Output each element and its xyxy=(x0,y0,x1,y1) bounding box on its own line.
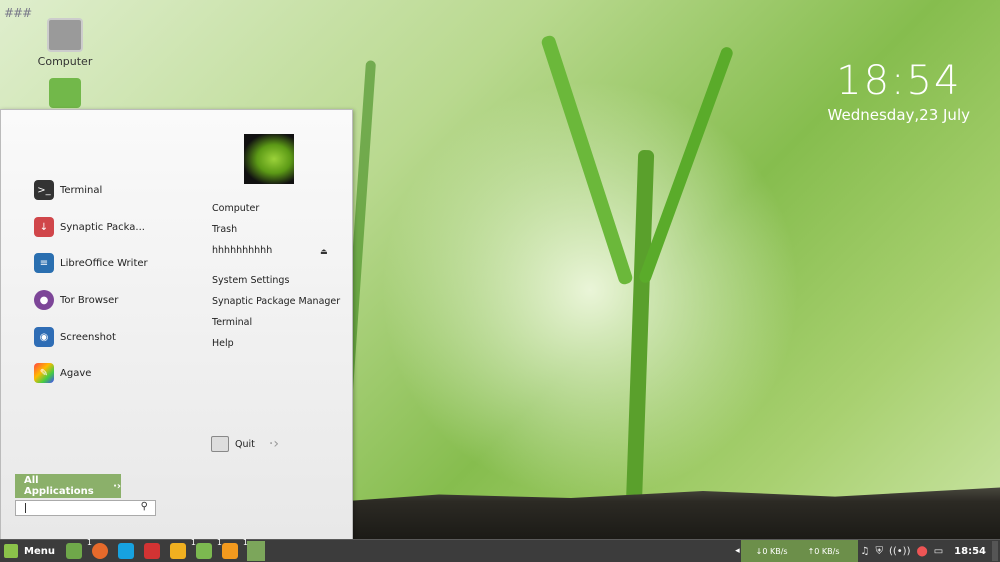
favorite-label: LibreOffice Writer xyxy=(60,257,148,269)
quit-label: Quit xyxy=(235,438,255,450)
upload-rate: ↑0 KB/s xyxy=(807,546,840,556)
color-picker-icon: ✎ xyxy=(34,363,54,383)
all-applications-button[interactable]: All Applications ·› xyxy=(15,474,121,498)
system-synaptic[interactable]: Synaptic Package Manager xyxy=(212,296,340,307)
terminal-icon: >_ xyxy=(34,180,54,200)
shield-icon[interactable]: ⛨ xyxy=(875,546,883,557)
network-speed-applet[interactable]: ◂ ↓0 KB/s ↑0 KB/s xyxy=(735,540,858,562)
battery-icon[interactable]: ▭ xyxy=(934,546,943,557)
favorite-agave[interactable]: ✎ Agave xyxy=(34,363,91,383)
search-input[interactable]: ⚲ xyxy=(15,500,156,516)
place-computer[interactable]: Computer xyxy=(212,203,259,214)
favorite-label: Tor Browser xyxy=(60,294,119,306)
favorite-label: Agave xyxy=(60,367,92,379)
favorite-tor[interactable]: ● Tor Browser xyxy=(34,290,118,310)
camera-icon: ◉ xyxy=(34,327,54,347)
package-icon: ↓ xyxy=(34,217,54,237)
desktop-grid-icon[interactable]: ### xyxy=(4,6,32,20)
computer-icon xyxy=(47,18,83,52)
files-icon[interactable]: 1 xyxy=(195,538,222,559)
firefox-icon[interactable] xyxy=(91,543,108,559)
favorite-label: Terminal xyxy=(60,184,103,196)
favorite-screenshot[interactable]: ◉ Screenshot xyxy=(34,327,116,347)
menu-button-label: Menu xyxy=(24,545,55,557)
place-trash[interactable]: Trash xyxy=(212,224,237,235)
show-desktop-button[interactable] xyxy=(992,541,998,561)
desktop-icon-label: Computer xyxy=(37,55,93,68)
favorite-synaptic[interactable]: ↓ Synaptic Packa... xyxy=(34,217,145,237)
download-rate: ↓0 KB/s xyxy=(755,546,788,556)
quit-button[interactable]: Quit ·› xyxy=(211,436,279,452)
network-icon[interactable]: ⬤ xyxy=(917,546,928,557)
menu-button[interactable]: Menu xyxy=(0,540,61,562)
favorite-writer[interactable]: ≡ LibreOffice Writer xyxy=(34,253,148,273)
favorite-label: Synaptic Packa... xyxy=(60,221,145,233)
writer-icon: ≡ xyxy=(34,253,54,273)
system-settings[interactable]: System Settings xyxy=(212,275,289,286)
arrow-right-icon: ·› xyxy=(268,436,279,452)
user-avatar[interactable] xyxy=(244,134,294,184)
skype-icon[interactable] xyxy=(117,543,134,559)
chevron-left-icon[interactable]: ◂ xyxy=(735,546,740,556)
clock-date: Wednesday,23 July xyxy=(827,106,970,124)
vlc-icon[interactable]: 1 xyxy=(221,538,248,559)
all-applications-label: All Applications xyxy=(24,475,94,497)
desktop-icon-computer[interactable]: Computer xyxy=(30,18,100,68)
home-folder-icon xyxy=(49,78,81,108)
close-app-icon[interactable] xyxy=(143,543,160,559)
favorite-label: Screenshot xyxy=(60,331,116,343)
arrow-right-icon: ·› xyxy=(113,480,121,492)
clock-time: 18:54 xyxy=(836,58,962,104)
mint-logo-icon xyxy=(4,544,18,558)
folder-icon[interactable]: 1 xyxy=(65,538,92,559)
bottom-panel: Menu 1 1 1 1 ◂ ↓0 KB/s ↑0 KB/s ♫ ⛨ ((•))… xyxy=(0,538,1000,562)
active-window-indicator[interactable] xyxy=(246,541,265,561)
system-terminal[interactable]: Terminal xyxy=(212,317,252,328)
system-help[interactable]: Help xyxy=(212,338,234,349)
wireless-icon[interactable]: ((•)) xyxy=(889,546,911,557)
windows-app-icon[interactable]: 1 xyxy=(169,538,196,559)
monitor-icon xyxy=(211,436,229,452)
eject-icon[interactable]: ⏏ xyxy=(320,247,328,256)
place-drive[interactable]: hhhhhhhhhh xyxy=(212,245,272,256)
desktop-icon-home[interactable] xyxy=(30,78,100,111)
search-icon[interactable]: ⚲ xyxy=(141,501,148,512)
window-count-badge: 1 xyxy=(86,538,92,547)
wallpaper-glow xyxy=(380,80,800,500)
desktop-clock: 18:54 Wednesday,23 July xyxy=(828,58,970,124)
music-icon[interactable]: ♫ xyxy=(861,546,870,557)
start-menu: >_ Terminal ↓ Synaptic Packa... ≡ LibreO… xyxy=(0,109,353,541)
favorite-terminal[interactable]: >_ Terminal xyxy=(34,180,102,200)
onion-icon: ● xyxy=(34,290,54,310)
panel-clock[interactable]: 18:54 xyxy=(954,546,986,557)
window-count-badge: 1 xyxy=(242,538,248,547)
text-caret xyxy=(25,503,26,513)
